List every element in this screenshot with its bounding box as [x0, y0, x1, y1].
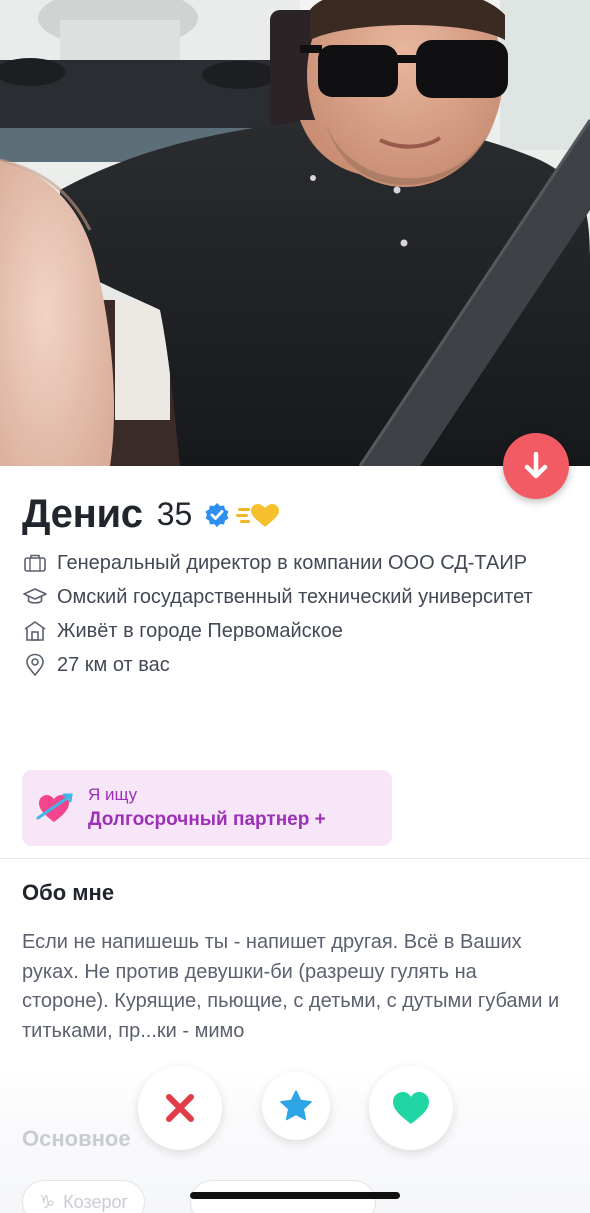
zodiac-icon: ♑ [39, 1191, 56, 1212]
looking-for-text: Я ищу Долгосрочный партнер + [88, 785, 326, 831]
zodiac-chip: ♑ Козерог [22, 1180, 146, 1213]
graduation-cap-icon [22, 582, 48, 612]
arrow-down-icon [524, 451, 548, 479]
info-city-text: Живёт в городе Первомайское [57, 620, 343, 642]
info-school: Омский государственный технический униве… [22, 582, 562, 612]
about-title: Обо мне [22, 880, 115, 905]
info-distance-text: 27 км от вас [57, 654, 170, 676]
super-like-button[interactable] [262, 1072, 330, 1140]
collapse-profile-button[interactable] [503, 433, 569, 499]
basics-title: Основное [22, 1126, 131, 1151]
profile-info-list: Генеральный директор в компании ООО СД-Т… [22, 548, 562, 684]
briefcase-icon [22, 548, 48, 578]
heart-arrow-icon [36, 793, 73, 822]
profile-age: 35 [156, 496, 193, 532]
verified-badge-icon[interactable] [204, 502, 230, 528]
profile-photo[interactable] [0, 0, 590, 466]
looking-for-card[interactable]: Я ищу Долгосрочный партнер + [22, 770, 392, 846]
looking-for-value: Долгосрочный партнер + [88, 809, 326, 830]
home-icon [22, 616, 48, 646]
info-city: Живёт в городе Первомайское [22, 616, 562, 646]
location-pin-icon [22, 650, 48, 680]
nope-button[interactable] [138, 1066, 222, 1150]
looking-for-label: Я ищу [88, 785, 138, 804]
close-icon [166, 1094, 194, 1122]
info-school-text: Омский государственный технический униве… [57, 586, 533, 608]
profile-header: Денис 35 [22, 492, 280, 537]
home-indicator[interactable] [190, 1192, 400, 1199]
info-distance: 27 км от вас [22, 650, 562, 680]
section-divider [0, 858, 590, 859]
info-job: Генеральный директор в компании ООО СД-Т… [22, 548, 562, 578]
like-button[interactable] [369, 1066, 453, 1150]
info-job-text: Генеральный директор в компании ООО СД-Т… [57, 552, 528, 574]
star-icon [280, 1090, 312, 1121]
profile-name: Денис [22, 492, 143, 536]
about-text: Если не напишешь ты - напишет другая. Вс… [22, 931, 560, 1042]
heart-speed-icon[interactable] [236, 501, 280, 529]
zodiac-chip-label: Козерог [63, 1191, 129, 1212]
heart-icon [393, 1092, 429, 1124]
